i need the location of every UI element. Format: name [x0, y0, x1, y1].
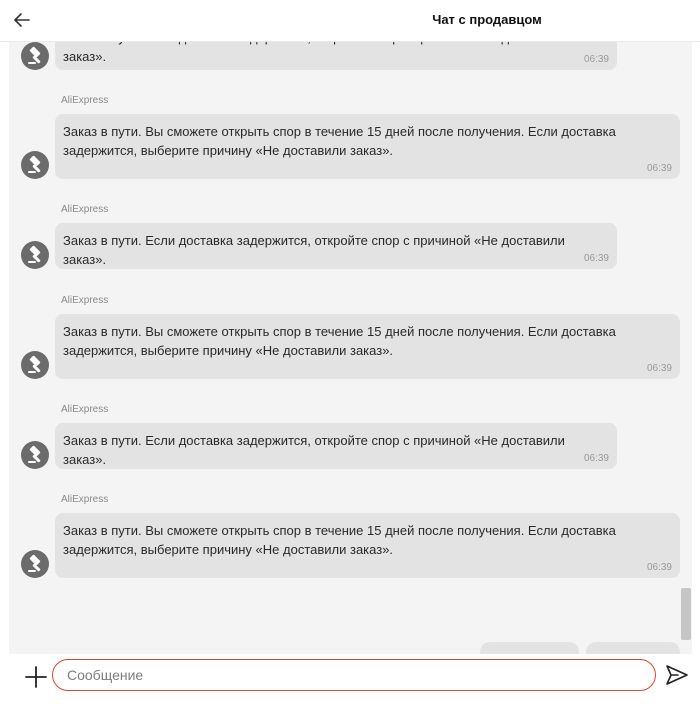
sender-name: AliExpress — [61, 204, 109, 215]
message-text: Заказ в пути. Вы сможете открыть спор в … — [63, 523, 616, 557]
plus-icon — [25, 666, 47, 688]
message-input[interactable] — [52, 659, 656, 691]
gavel-icon — [28, 155, 41, 173]
seller-avatar — [21, 351, 49, 379]
sender-name: AliExpress — [61, 494, 109, 505]
message-bubble: Заказ в пути. Вы сможете открыть спор в … — [55, 314, 680, 379]
seller-avatar — [21, 241, 49, 269]
gavel-icon — [28, 445, 41, 463]
quick-reply-where-is-order[interactable]: Где мой заказ? — [480, 642, 579, 654]
message-time: 06:39 — [583, 253, 609, 264]
message-time: 06:39 — [583, 453, 609, 464]
message-time: 06:39 — [646, 562, 672, 573]
chat-header: Чат с продавцом — [0, 0, 700, 42]
message-text: Заказ в пути. Вы сможете открыть спор в … — [63, 324, 616, 358]
message-time: 06:39 — [646, 363, 672, 374]
sender-name: AliExpress — [61, 295, 109, 306]
quick-reply-open-dispute[interactable]: Открыть спор — [586, 642, 680, 654]
message-time: 06:39 — [583, 54, 609, 65]
message-bubble: Заказ в пути. Вы сможете открыть спор в … — [55, 114, 680, 179]
gavel-icon — [28, 46, 41, 64]
sender-name: AliExpress — [61, 95, 109, 106]
scrollbar[interactable] — [681, 588, 691, 640]
gavel-icon — [28, 355, 41, 373]
seller-avatar — [21, 550, 49, 578]
message-bubble: Заказ в пути. Вы сможете открыть спор в … — [55, 513, 680, 578]
message-text: Заказ в пути. Если доставка задержится, … — [63, 433, 565, 467]
message-time: 06:39 — [646, 163, 672, 174]
message-list[interactable]: Заказ в пути. Если доставка задержится, … — [9, 42, 692, 654]
message-bubble: Заказ в пути. Если доставка задержится, … — [55, 423, 617, 469]
arrow-left-icon — [14, 13, 30, 27]
send-button[interactable] — [664, 662, 690, 688]
message-composer — [0, 654, 700, 706]
seller-avatar — [21, 42, 49, 70]
message-text: Заказ в пути. Если доставка задержится, … — [63, 42, 565, 64]
gavel-icon — [28, 245, 41, 263]
sender-name: AliExpress — [61, 404, 109, 415]
attach-button[interactable] — [23, 664, 49, 690]
message-text: Заказ в пути. Если доставка задержится, … — [63, 233, 565, 267]
message-bubble: Заказ в пути. Если доставка задержится, … — [55, 223, 617, 269]
seller-avatar — [21, 441, 49, 469]
message-text: Заказ в пути. Вы сможете открыть спор в … — [63, 124, 616, 158]
send-icon — [666, 665, 688, 685]
back-button[interactable] — [10, 8, 34, 32]
seller-avatar — [21, 151, 49, 179]
gavel-icon — [28, 554, 41, 572]
page-title: Чат с продавцом — [432, 12, 542, 27]
message-bubble: Заказ в пути. Если доставка задержится, … — [55, 42, 617, 70]
